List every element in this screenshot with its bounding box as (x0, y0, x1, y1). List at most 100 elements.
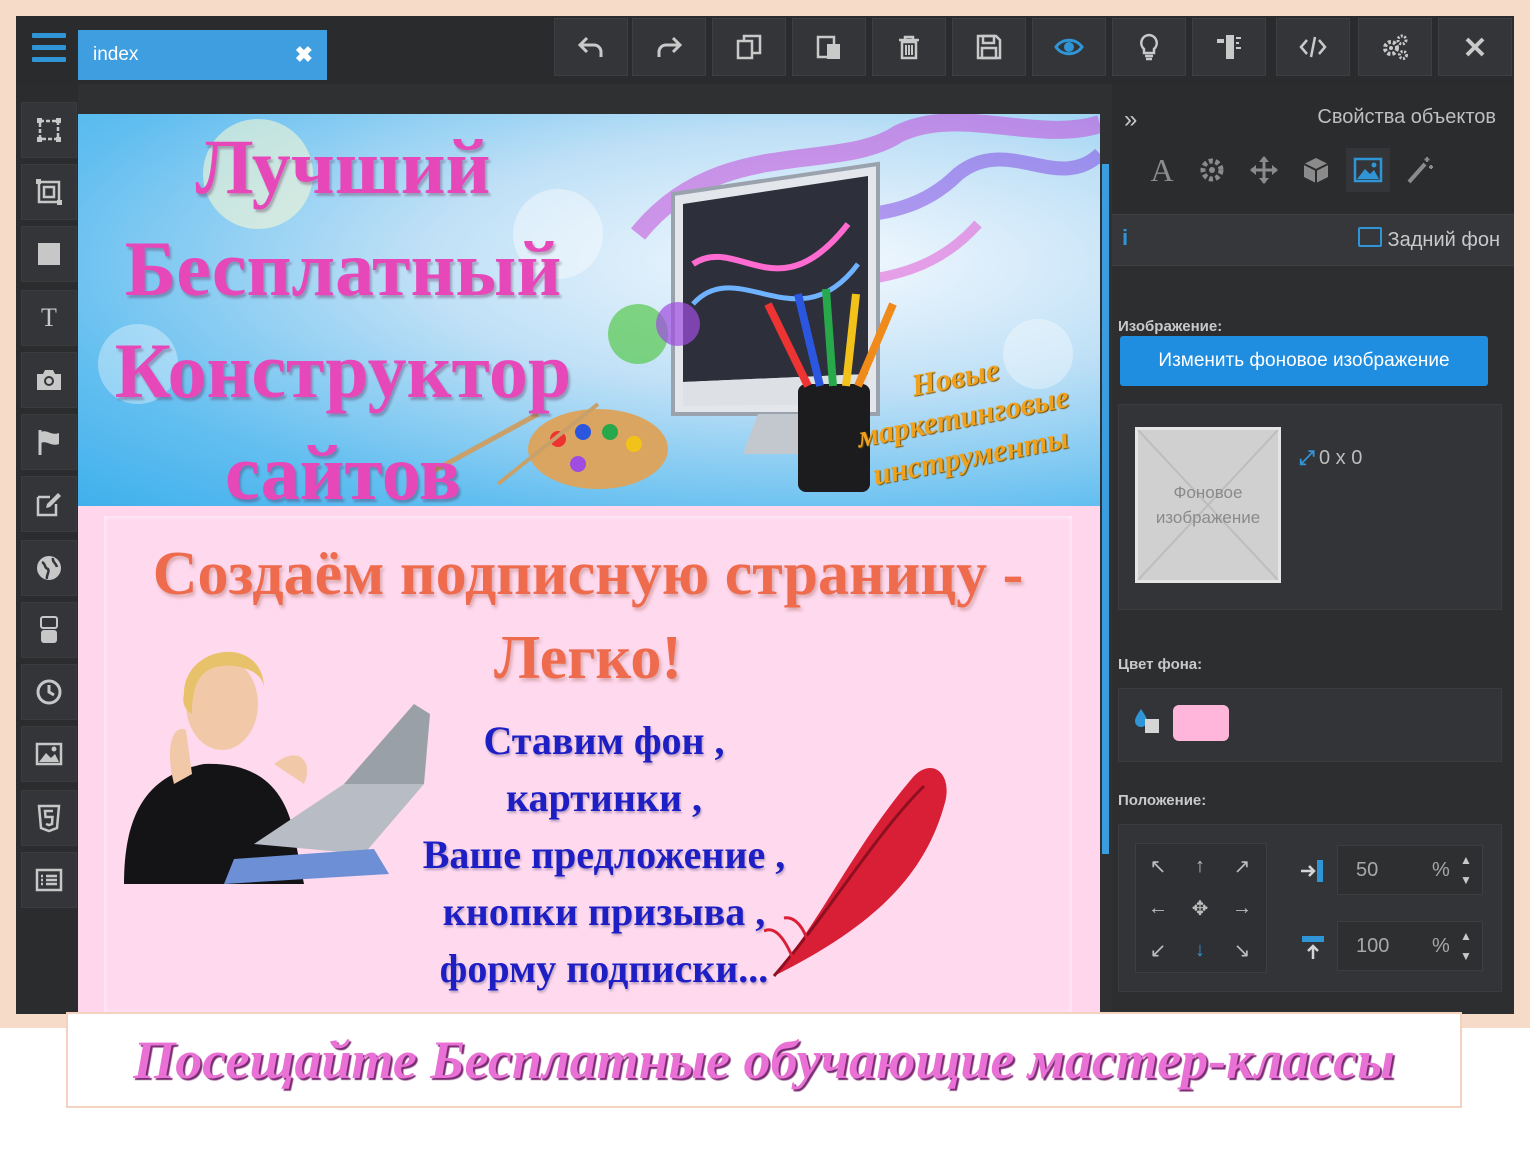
vertical-scrollbar[interactable] (1102, 164, 1109, 854)
banner-title-line: сайтов (225, 429, 461, 506)
tab-close-icon[interactable]: ✖ (295, 30, 313, 80)
html5-icon (37, 804, 61, 833)
youtube-icon (40, 616, 58, 643)
change-background-button[interactable]: Изменить фоновое изображение (1120, 336, 1488, 386)
position-x-field[interactable]: 50 % ▲ ▼ (1337, 845, 1483, 895)
font-icon[interactable]: A (1140, 148, 1184, 192)
footer-caption: Посещайте Бесплатные обучающие мастер-кл… (133, 1030, 1395, 1090)
banner-title[interactable]: Лучший Бесплатный Конструктор сайтов (78, 116, 608, 506)
delete-button[interactable] (872, 18, 946, 76)
headline-line: Создаём подписную страницу - (152, 540, 1024, 608)
position-x-unit: % (1432, 859, 1450, 881)
settings-button[interactable] (1358, 18, 1432, 76)
color-fill-icon[interactable] (1133, 707, 1161, 735)
position-y-field[interactable]: 100 % ▲ ▼ (1337, 921, 1483, 971)
site-builder-app: index ✖ T Лучший Бесплатный Конструктор … (16, 16, 1514, 1014)
properties-header: » Свойства объектов A (1112, 84, 1514, 214)
align-bottom-icon[interactable]: ↓ (1180, 930, 1220, 970)
position-y-unit: % (1432, 935, 1450, 957)
trash-icon (899, 35, 919, 60)
content-section[interactable]: Создаём подписную страницу - Легко! Став… (78, 506, 1100, 1014)
properties-tabs: A (1140, 148, 1440, 192)
redo-button[interactable] (632, 18, 706, 76)
align-bottom-right-icon[interactable]: ↘ (1222, 930, 1262, 970)
ruler-icon (1217, 35, 1241, 59)
undo-button[interactable] (554, 18, 628, 76)
gear-icon[interactable] (1190, 148, 1234, 192)
globe-tool[interactable] (21, 540, 77, 596)
align-right-icon[interactable]: → (1222, 888, 1262, 928)
flag-icon (38, 430, 59, 455)
left-toolbar: T (16, 96, 78, 1014)
edit-tool[interactable] (21, 476, 77, 532)
banner-title-line: Лучший (195, 123, 491, 210)
ruler-button[interactable] (1192, 18, 1266, 76)
tab-label: index (93, 44, 139, 65)
align-left-icon[interactable]: ← (1138, 888, 1178, 928)
text-tool[interactable]: T (21, 290, 77, 346)
save-icon (976, 34, 1002, 60)
collapse-panel-icon[interactable]: » (1124, 106, 1137, 134)
youtube-tool[interactable] (21, 602, 77, 658)
active-tab-text: Задний фон (1387, 229, 1500, 251)
active-tab-label: Задний фон (1357, 227, 1500, 252)
menu-icon[interactable] (32, 33, 66, 63)
spinner-icon[interactable]: ▲ ▼ (1460, 926, 1474, 966)
group-frame-tool[interactable] (21, 164, 77, 220)
redo-icon (657, 36, 683, 57)
position-box: ↖ ↑ ↗ ← ✥ → ↙ ↓ ↘ 50 % ▲ ▼ 100 % ▲ ▼ (1118, 824, 1502, 992)
select-frame-icon (37, 118, 61, 142)
clock-tool[interactable] (21, 664, 77, 720)
list-tool[interactable] (21, 852, 77, 908)
background-color-swatch[interactable] (1173, 705, 1229, 741)
resize-icon: ⤢ (1299, 447, 1315, 469)
banner-title-line: Бесплатный (124, 225, 562, 312)
position-y-value: 100 (1356, 935, 1390, 957)
align-top-right-icon[interactable]: ↗ (1222, 846, 1262, 886)
paste-button[interactable] (792, 18, 866, 76)
group-frame-icon (36, 179, 62, 205)
camera-icon (37, 370, 61, 390)
color-label: Цвет фона: (1118, 656, 1203, 673)
top-toolbar: index ✖ (16, 16, 1514, 84)
editor-canvas[interactable]: Лучший Бесплатный Конструктор сайтов Нов… (78, 84, 1112, 1014)
paste-icon (816, 35, 840, 59)
spinner-icon[interactable]: ▲ ▼ (1460, 850, 1474, 890)
position-label: Положение: (1118, 792, 1207, 809)
vertical-position-icon (1302, 936, 1324, 959)
image-icon (35, 742, 63, 766)
tab-index[interactable]: index ✖ (78, 30, 327, 80)
copy-button[interactable] (712, 18, 786, 76)
banner-title-line: Конструктор (114, 327, 572, 414)
block-tool[interactable] (21, 226, 77, 282)
align-top-left-icon[interactable]: ↖ (1138, 846, 1178, 886)
magic-wand-icon[interactable] (1398, 148, 1442, 192)
align-center-icon[interactable]: ✥ (1180, 888, 1220, 928)
header-banner[interactable]: Лучший Бесплатный Конструктор сайтов Нов… (78, 114, 1100, 506)
image-icon[interactable] (1346, 148, 1390, 192)
dimensions-value: 0 x 0 (1319, 447, 1363, 469)
move-icon[interactable] (1242, 148, 1286, 192)
background-tab[interactable]: i Задний фон (1112, 214, 1514, 266)
close-button[interactable] (1438, 18, 1512, 76)
html5-tool[interactable] (21, 790, 77, 846)
red-feather-image[interactable] (764, 756, 954, 986)
align-top-icon[interactable]: ↑ (1180, 846, 1220, 886)
preview-button[interactable] (1032, 18, 1106, 76)
info-icon[interactable]: i (1122, 225, 1128, 251)
background-image-placeholder[interactable]: Фоновое изображение (1135, 427, 1281, 583)
tips-button[interactable] (1112, 18, 1186, 76)
code-button[interactable] (1276, 18, 1350, 76)
undo-icon (577, 36, 603, 57)
close-icon (1465, 37, 1485, 57)
camera-tool[interactable] (21, 352, 77, 408)
flag-tool[interactable] (21, 414, 77, 470)
clock-icon (36, 679, 62, 705)
image-tool[interactable] (21, 726, 77, 782)
select-frame-tool[interactable] (21, 102, 77, 158)
align-bottom-left-icon[interactable]: ↙ (1138, 930, 1178, 970)
cube-icon[interactable] (1294, 148, 1338, 192)
footer-caption-box: Посещайте Бесплатные обучающие мастер-кл… (66, 1012, 1462, 1108)
code-icon (1299, 36, 1327, 58)
save-button[interactable] (952, 18, 1026, 76)
